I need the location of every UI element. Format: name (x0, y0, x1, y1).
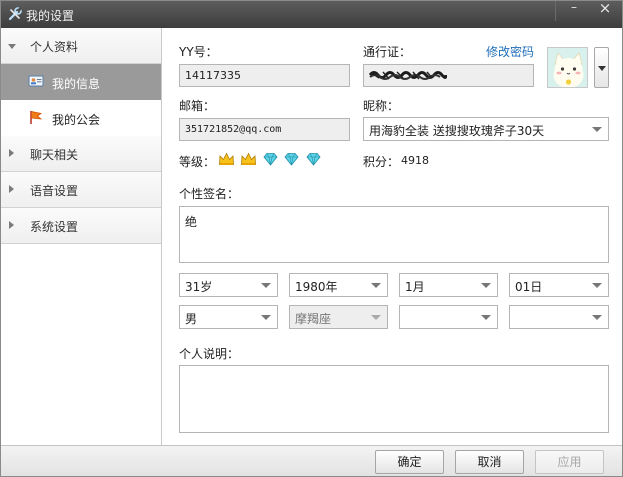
chevron-down-icon (371, 283, 381, 288)
chevron-down-icon (261, 283, 271, 288)
signature-label: 个性签名： (179, 187, 240, 201)
collapsed-arrow-icon (9, 149, 14, 157)
chevron-down-icon (592, 127, 602, 132)
sidebar-group-voice[interactable]: 语音设置 (1, 172, 161, 208)
sidebar-group-chat[interactable]: 聊天相关 (1, 136, 161, 172)
collapsed-arrow-icon (9, 221, 14, 229)
settings-window: 我的设置 – × 个人资料 我的信息 我的公会 聊天相关 语音设置 系统设置 Y… (0, 0, 623, 477)
avatar[interactable] (547, 47, 588, 88)
yy-number-field[interactable]: 14117335 (179, 64, 350, 87)
id-card-icon (28, 75, 44, 87)
passport-label: 通行证： (363, 45, 412, 59)
level-label: 等级： (179, 155, 216, 169)
points-label: 积分： (363, 155, 400, 169)
nickname-input[interactable]: 用海豹全装 送搜搜玫瑰斧子30天 (363, 117, 609, 141)
sidebar: 个人资料 我的信息 我的公会 聊天相关 语音设置 系统设置 (1, 28, 162, 445)
province-select[interactable] (399, 305, 498, 329)
birth-day-value: 01日 (515, 280, 543, 294)
email-label: 邮箱： (179, 99, 216, 113)
sidebar-group-label: 语音设置 (30, 184, 79, 198)
diamond-icon (263, 153, 278, 166)
minimize-button[interactable]: – (563, 1, 585, 19)
avatar-dropdown-button[interactable] (594, 47, 609, 88)
zodiac-value: 摩羯座 (295, 312, 332, 326)
description-label: 个人说明： (179, 347, 240, 361)
wrench-icon (8, 7, 22, 21)
diamond-icon (306, 153, 321, 166)
cat-avatar-icon (548, 48, 587, 87)
chevron-down-icon (371, 315, 381, 320)
cancel-button[interactable]: 取消 (455, 450, 524, 474)
chevron-down-icon (481, 315, 491, 320)
birth-year-select[interactable]: 1980年 (289, 273, 388, 297)
sidebar-group-profile[interactable]: 个人资料 (1, 28, 161, 64)
change-password-link[interactable]: 修改密码 (486, 43, 534, 60)
diamond-icon (284, 153, 300, 166)
chevron-down-icon (592, 315, 602, 320)
sidebar-item-my-info[interactable]: 我的信息 (1, 64, 161, 100)
birth-month-select[interactable]: 1月 (399, 273, 498, 297)
sidebar-item-my-guild[interactable]: 我的公会 (1, 100, 161, 136)
expanded-arrow-icon (8, 44, 16, 49)
level-badges (218, 151, 323, 169)
gender-value: 男 (185, 312, 198, 326)
chevron-down-icon (261, 315, 271, 320)
nickname-label: 昵称： (363, 99, 400, 113)
crown-icon (219, 152, 234, 165)
close-icon: × (598, 0, 612, 17)
chevron-down-icon (592, 283, 602, 288)
ok-button[interactable]: 确定 (375, 450, 444, 474)
age-select[interactable]: 31岁 (179, 273, 278, 297)
birth-year-value: 1980年 (295, 280, 338, 294)
apply-button[interactable]: 应用 (535, 450, 604, 474)
sidebar-item-label: 我的信息 (52, 77, 101, 91)
gender-select[interactable]: 男 (179, 305, 278, 329)
sidebar-group-system[interactable]: 系统设置 (1, 208, 161, 244)
close-button[interactable]: × (592, 1, 618, 19)
email-field[interactable]: 351721852@qq.com (179, 118, 350, 141)
minimize-icon: – (571, 0, 577, 14)
points-value: 4918 (401, 154, 429, 167)
title-bar: 我的设置 – × (1, 1, 622, 28)
description-textarea[interactable] (179, 365, 609, 433)
sidebar-item-label: 我的公会 (52, 113, 101, 127)
nickname-value: 用海豹全装 送搜搜玫瑰斧子30天 (369, 124, 545, 138)
birth-month-value: 1月 (405, 280, 425, 294)
button-bar: 确定 取消 应用 (1, 445, 622, 476)
collapsed-arrow-icon (9, 185, 14, 193)
city-select[interactable] (509, 305, 609, 329)
title-separator (555, 1, 556, 21)
obscured-passport-scribble (369, 71, 447, 80)
sidebar-group-label: 系统设置 (30, 220, 79, 234)
sidebar-group-label: 聊天相关 (30, 148, 79, 162)
age-value: 31岁 (185, 280, 213, 294)
signature-textarea[interactable]: 绝 (179, 206, 609, 263)
chevron-down-icon (598, 66, 606, 71)
zodiac-select: 摩羯座 (289, 305, 388, 329)
sidebar-group-label: 个人资料 (30, 40, 79, 54)
birth-day-select[interactable]: 01日 (509, 273, 609, 297)
chevron-down-icon (481, 283, 491, 288)
yy-number-label: YY号： (179, 45, 218, 59)
crown-icon (240, 152, 256, 165)
window-title: 我的设置 (26, 9, 75, 23)
flag-icon (30, 111, 43, 124)
